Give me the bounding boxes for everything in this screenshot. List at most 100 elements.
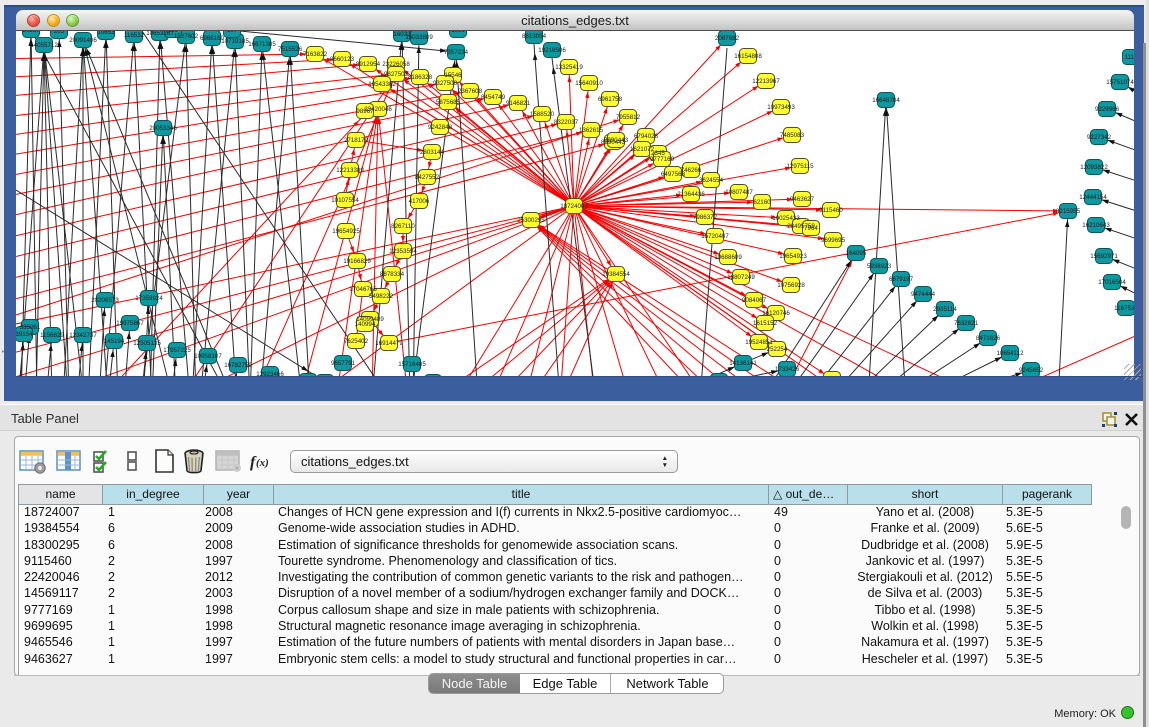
svg-text:12093822: 12093822 (1080, 164, 1108, 171)
svg-text:12444154: 12444154 (1079, 194, 1107, 201)
svg-text:19975867: 19975867 (116, 320, 144, 327)
svg-text:20206573: 20206573 (91, 297, 119, 304)
svg-text:140994: 140994 (355, 321, 376, 328)
svg-text:17046766: 17046766 (349, 286, 377, 293)
svg-text:17359924: 17359924 (135, 295, 163, 302)
svg-text:19654923: 19654923 (779, 253, 807, 260)
svg-text:15640910: 15640910 (575, 80, 603, 87)
svg-text:9242848: 9242848 (428, 124, 453, 131)
svg-text:9777169: 9777169 (650, 156, 675, 163)
svg-text:3624554: 3624554 (699, 177, 724, 184)
svg-text:20091406: 20091406 (69, 37, 97, 44)
svg-text:12975115: 12975115 (786, 163, 814, 170)
svg-text:5875685: 5875685 (436, 99, 461, 106)
svg-text:8813054: 8813054 (522, 33, 547, 40)
svg-text:8990443: 8990443 (604, 137, 629, 144)
svg-text:7485083: 7485083 (780, 132, 805, 139)
svg-text:10688609: 10688609 (714, 254, 742, 261)
svg-text:10807487: 10807487 (725, 189, 753, 196)
svg-text:205: 205 (54, 31, 65, 35)
svg-text:9245652: 9245652 (1019, 367, 1044, 374)
svg-text:10654112: 10654112 (996, 350, 1024, 357)
svg-text:9827503: 9827503 (384, 71, 409, 78)
svg-text:10107554: 10107554 (331, 197, 359, 204)
svg-text:15751074: 15751074 (1106, 79, 1134, 86)
svg-text:12342737: 12342737 (69, 332, 97, 339)
svg-text:8215955: 8215955 (1056, 208, 1081, 215)
svg-text:10653: 10653 (97, 31, 115, 36)
svg-text:1588520: 1588520 (530, 111, 555, 118)
svg-text:8878334: 8878334 (380, 271, 405, 278)
svg-text:6961758: 6961758 (598, 96, 623, 103)
svg-text:2803144: 2803144 (420, 149, 445, 156)
svg-text:16671385: 16671385 (248, 41, 276, 48)
svg-text:1733426: 1733426 (775, 366, 800, 373)
svg-text:2935114: 2935114 (933, 306, 957, 313)
svg-text:9657791: 9657791 (331, 360, 356, 367)
svg-text:1099: 1099 (451, 31, 465, 34)
svg-text:13325419: 13325419 (555, 64, 583, 71)
svg-text:1112: 1112 (1125, 54, 1134, 61)
svg-text:16210643: 16210643 (1082, 222, 1110, 229)
svg-text:116532: 116532 (124, 32, 145, 39)
svg-text:16154808: 16154808 (734, 53, 762, 60)
svg-text:9474444: 9474444 (911, 291, 936, 298)
svg-text:12505135: 12505135 (133, 340, 161, 347)
svg-text:14055712: 14055712 (30, 42, 58, 49)
svg-text:12353594: 12353594 (389, 248, 417, 255)
svg-text:8427552: 8427552 (415, 174, 440, 181)
svg-text:9084067: 9084067 (742, 297, 767, 304)
svg-text:8912954: 8912954 (356, 61, 381, 68)
svg-text:14136141: 14136141 (729, 360, 757, 367)
svg-text:10958107: 10958107 (194, 353, 222, 360)
svg-text:23226058: 23226058 (382, 61, 410, 68)
svg-text:10719185: 10719185 (221, 38, 249, 45)
svg-text:19524851: 19524851 (745, 339, 773, 346)
svg-text:15692971: 15692971 (1090, 253, 1118, 260)
svg-text:8660123: 8660123 (330, 56, 355, 63)
svg-text:16648784: 16648784 (872, 97, 900, 104)
svg-text:145194: 145194 (104, 338, 125, 345)
svg-text:746266: 746266 (681, 167, 702, 174)
svg-text:8186328: 8186328 (408, 74, 433, 81)
svg-text:16782759: 16782759 (224, 362, 252, 369)
svg-text:7964: 7964 (804, 225, 818, 232)
svg-text:335061: 335061 (20, 324, 41, 331)
svg-text:12213389: 12213389 (336, 167, 364, 174)
svg-text:6794028: 6794028 (634, 133, 659, 140)
svg-text:7357224: 7357224 (444, 49, 469, 56)
svg-text:20053346: 20053346 (149, 125, 177, 132)
svg-text:9329966: 9329966 (1095, 106, 1120, 113)
svg-text:8322037: 8322037 (554, 119, 579, 126)
svg-text:62160: 62160 (753, 199, 771, 206)
svg-text:7515526: 7515526 (278, 46, 303, 53)
svg-text:15716485: 15716485 (398, 361, 426, 368)
svg-text:15720407: 15720407 (701, 233, 729, 240)
svg-text:9699695: 9699695 (821, 237, 846, 244)
svg-text:12213967: 12213967 (752, 78, 780, 85)
svg-text:2367608: 2367608 (458, 88, 483, 95)
svg-text:1362615: 1362615 (579, 127, 604, 134)
svg-text:1167533: 1167533 (1114, 305, 1134, 312)
svg-text:8471626: 8471626 (976, 335, 1001, 342)
svg-text:7632621: 7632621 (954, 320, 979, 327)
svg-text:17016504: 17016504 (1098, 279, 1126, 286)
svg-text:8267110: 8267110 (391, 223, 415, 230)
svg-text:10025433: 10025433 (772, 215, 800, 222)
svg-text:16914479: 16914479 (375, 340, 403, 347)
svg-text:107: 107 (227, 31, 238, 34)
svg-text:19166829: 19166829 (343, 258, 371, 265)
svg-text:1527602: 1527602 (174, 33, 199, 40)
svg-text:9115460: 9115460 (819, 207, 843, 214)
svg-text:20557: 20557 (22, 31, 40, 34)
svg-text:116: 116 (168, 31, 178, 34)
svg-text:2718170: 2718170 (344, 137, 369, 144)
svg-text:98967: 98967 (356, 108, 374, 115)
svg-text:10973493: 10973493 (767, 104, 795, 111)
svg-text:1156829: 1156829 (40, 332, 64, 339)
svg-text:164095: 164095 (846, 250, 867, 257)
svg-text:10543382: 10543382 (368, 81, 396, 88)
svg-text:9327508: 9327508 (433, 80, 458, 87)
svg-text:7955812: 7955812 (616, 114, 641, 121)
svg-text:6879197: 6879197 (889, 276, 914, 283)
